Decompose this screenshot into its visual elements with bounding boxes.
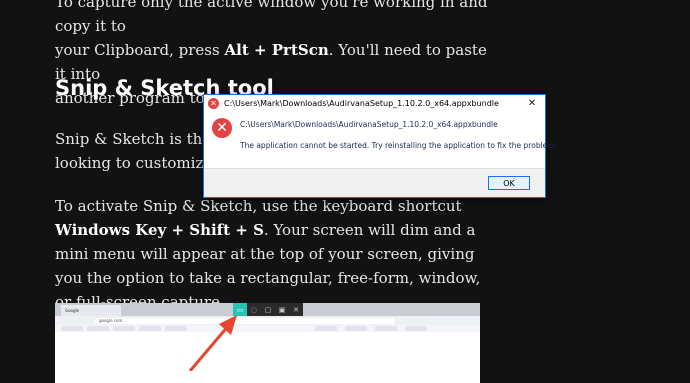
window-snip-icon: ▢ <box>264 305 272 314</box>
screenshot-bookmarks <box>55 325 480 332</box>
dialog-title: C:\Users\Mark\Downloads\AudirvanaSetup_1… <box>224 98 499 108</box>
p1-line2a: your Clipboard, press <box>55 41 225 59</box>
screenshot-addressbar: google.com <box>55 316 480 325</box>
bookmark <box>87 326 109 331</box>
p2-line1: Snip & Sketch is the best <box>55 130 205 148</box>
bookmark <box>165 326 187 331</box>
close-snip-icon: ✕ <box>293 305 299 314</box>
paragraph-snip-activate: To activate Snip & Sketch, use the keybo… <box>55 194 485 314</box>
screenshot-url: google.com <box>95 318 395 324</box>
screenshot-tab: Google <box>61 305 121 316</box>
close-icon[interactable]: ✕ <box>519 95 545 111</box>
dialog-titlebar[interactable]: ✕ C:\Users\Mark\Downloads\AudirvanaSetup… <box>204 95 545 111</box>
error-dialog: ✕ C:\Users\Mark\Downloads\AudirvanaSetup… <box>203 94 557 198</box>
bookmark <box>375 326 397 331</box>
p3-a: To activate Snip & Sketch, use the keybo… <box>55 197 462 215</box>
bookmark <box>345 326 367 331</box>
p2-line2: looking to customize, an <box>55 154 205 172</box>
shortcut-alt-prtscn: Alt + PrtScn <box>224 41 329 59</box>
paragraph-snip-intro: Snip & Sketch is the best looking to cus… <box>55 127 205 175</box>
bookmark <box>405 326 427 331</box>
dialog-file-path: C:\Users\Mark\Downloads\AudirvanaSetup_1… <box>240 120 498 129</box>
bookmark <box>61 326 83 331</box>
bookmark <box>113 326 135 331</box>
ok-button[interactable]: OK <box>488 176 530 190</box>
shortcut-windows-shift-s: Windows Key + Shift + S <box>55 221 264 239</box>
embedded-screenshot: Google google.com ▭ ◌ ▢ ▣ ✕ <box>55 303 480 383</box>
freeform-snip-icon: ◌ <box>250 305 258 314</box>
error-icon: ✕ <box>208 97 219 109</box>
error-large-icon: ✕ <box>212 118 232 138</box>
p1-line1: To capture only the active window you're… <box>55 0 488 35</box>
bookmark <box>315 326 337 331</box>
bookmark <box>139 326 161 331</box>
screenshot-page <box>55 332 480 383</box>
dialog-content: ✕ C:\Users\Mark\Downloads\AudirvanaSetup… <box>204 111 557 168</box>
fullscreen-snip-icon: ▣ <box>278 305 286 314</box>
dialog-message: The application cannot be started. Try r… <box>240 141 557 150</box>
red-arrow-icon <box>188 315 237 371</box>
dialog-footer: OK <box>204 168 545 197</box>
